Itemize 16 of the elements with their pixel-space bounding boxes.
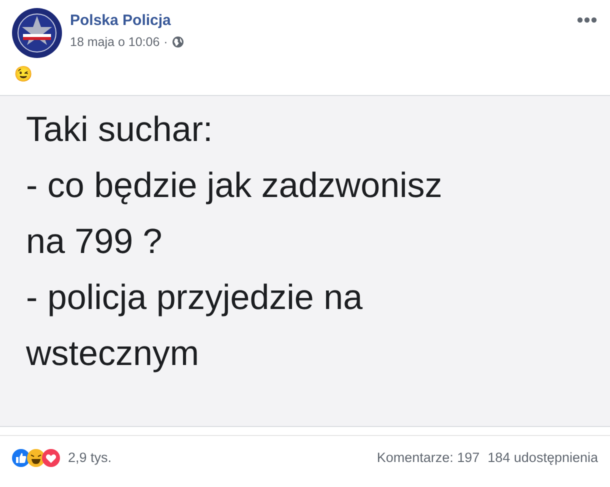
separator: · <box>164 34 168 50</box>
reaction-count[interactable]: 2,9 tys. <box>68 448 112 468</box>
avatar-logo-icon[interactable] <box>12 8 62 58</box>
more-options-icon[interactable] <box>576 16 598 24</box>
globe-icon <box>172 36 184 48</box>
comments-count[interactable]: Komentarze: 197 <box>376 448 480 468</box>
author-name[interactable]: Polska Policja <box>70 12 171 30</box>
post-emoji: 😉 <box>13 65 34 84</box>
image-text-line: wstecznym <box>26 333 200 375</box>
shares-count[interactable]: 184 udostępnienia <box>488 448 598 468</box>
love-reaction-icon[interactable] <box>42 449 60 468</box>
image-text-line: Taki suchar: <box>26 109 213 151</box>
post-time[interactable]: 18 maja o 10:06 <box>70 34 160 50</box>
image-text-line: - policja przyjedzie na <box>26 277 363 319</box>
image-text-line: na 799 ? <box>26 221 162 263</box>
image-text-line: - co będzie jak zadzwonisz <box>26 165 442 207</box>
